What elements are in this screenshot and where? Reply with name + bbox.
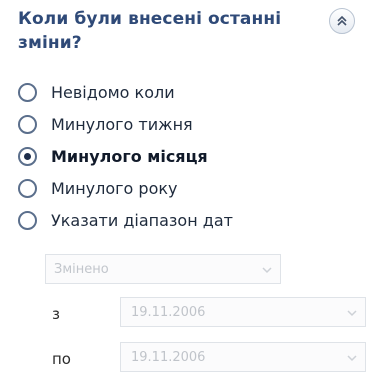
from-date-picker[interactable]: 19.11.2006 bbox=[120, 297, 366, 327]
chevron-down-icon bbox=[260, 263, 274, 277]
panel-title: Коли були внесені останні зміни? bbox=[18, 9, 282, 53]
option-label: Минулого місяця bbox=[51, 146, 208, 166]
from-date-value: 19.11.2006 bbox=[131, 304, 206, 320]
to-label: по bbox=[52, 350, 71, 368]
option-unknown[interactable]: Невідомо коли bbox=[18, 76, 233, 108]
double-chevron-up-icon bbox=[336, 15, 348, 27]
to-date-value: 19.11.2006 bbox=[131, 349, 206, 365]
radio-button[interactable] bbox=[18, 114, 37, 134]
radio-button-selected[interactable] bbox=[18, 146, 37, 166]
from-label: з bbox=[52, 305, 60, 323]
option-last-month[interactable]: Минулого місяця bbox=[18, 140, 233, 172]
option-label: Невідомо коли bbox=[51, 82, 175, 102]
option-specify-range[interactable]: Указати діапазон дат bbox=[18, 204, 233, 236]
option-label: Минулого року bbox=[51, 178, 178, 198]
chevron-down-icon bbox=[345, 306, 359, 320]
option-label: Указати діапазон дат bbox=[51, 210, 233, 230]
search-panel-date-modified: Коли були внесені останні зміни? Невідом… bbox=[0, 0, 366, 381]
date-type-select[interactable]: Змінено bbox=[45, 254, 281, 284]
radio-dot bbox=[24, 152, 31, 160]
chevron-down-icon bbox=[345, 351, 359, 365]
option-last-week[interactable]: Минулого тижня bbox=[18, 108, 233, 140]
option-last-year[interactable]: Минулого року bbox=[18, 172, 233, 204]
date-type-value: Змінено bbox=[54, 261, 109, 277]
to-date-picker[interactable]: 19.11.2006 bbox=[120, 342, 366, 372]
radio-button[interactable] bbox=[18, 210, 37, 230]
collapse-button[interactable] bbox=[329, 8, 355, 34]
option-label: Минулого тижня bbox=[51, 114, 193, 134]
radio-button[interactable] bbox=[18, 178, 37, 198]
date-options-group: Невідомо коли Минулого тижня Минулого мі… bbox=[18, 76, 233, 236]
radio-button[interactable] bbox=[18, 82, 37, 102]
